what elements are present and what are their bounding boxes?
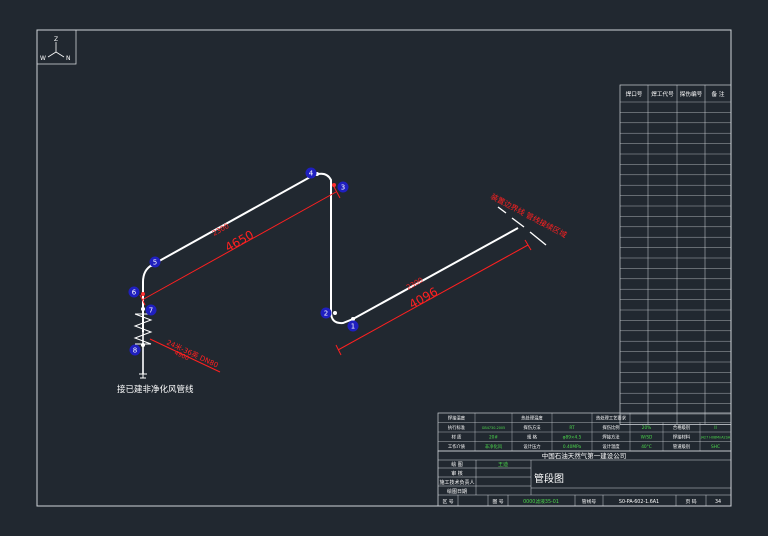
- title-row-1-label: 审 核: [451, 470, 463, 477]
- point-label: 5: [153, 259, 157, 267]
- weld-table-header: 焊工代号: [651, 90, 674, 98]
- point-markers: 1 2 3 4 5 6 7 8: [128, 167, 359, 356]
- spec-cell: 20%: [642, 425, 652, 431]
- isometric-pipe-drawing: Z W N 2300 4650 2300 4096 24米-36英 DN80 4…: [36, 29, 732, 507]
- spec-cell: 热处理工艺要求: [596, 414, 627, 421]
- title-row-3-label: 绘图日期: [447, 488, 467, 495]
- drawing-title: 管段图: [534, 472, 564, 485]
- point-marker-1: 1: [347, 317, 359, 332]
- spec-cell: RT: [569, 425, 575, 431]
- point-label: 7: [149, 307, 153, 315]
- spec-cell: 合格级别: [673, 424, 690, 431]
- footer-zone-label: 区 号: [442, 499, 453, 505]
- drawing-frame: [36, 29, 732, 507]
- spec-cell: SHC: [711, 444, 720, 450]
- spec-cell: W/SD: [641, 434, 653, 440]
- spec-cell: 设计温度: [602, 443, 620, 450]
- spec-cell: II: [714, 425, 717, 431]
- spec-cell: 规 格: [527, 433, 538, 440]
- spec-cell: 焊接方法: [602, 433, 620, 440]
- title-row-0-value: 王迪: [498, 461, 508, 468]
- point-label: 4: [309, 170, 314, 178]
- boundary-note: 装置边界线 管线接续区域: [489, 191, 569, 240]
- footer-line-no-label: 管线号: [582, 498, 597, 505]
- point-label: 8: [133, 347, 137, 355]
- spec-table: 焊接温度 热处理温度 热处理工艺要求执行标准 GB4730-2005 探伤方法 RT 探伤比…: [437, 412, 732, 452]
- footer-line-no: S0-PA-602-1.6A1: [619, 499, 659, 505]
- spec-cell: 执行标准: [448, 424, 466, 431]
- point-marker-2: 2: [320, 307, 337, 319]
- spec-cell: 探伤方法: [523, 424, 541, 431]
- compass-w-label: W: [40, 55, 46, 62]
- spec-cell: φ89×4.5: [563, 434, 582, 440]
- title-row-2-label: 施工技术负责人: [439, 479, 474, 486]
- dimension-lines: [139, 184, 532, 373]
- weld-table-header: 焊口号: [626, 90, 643, 98]
- pipe-route: [142, 172, 519, 374]
- weld-table: 焊口号 焊工代号 探伤编号 备 注: [619, 84, 732, 425]
- spec-cell: 管道级别: [673, 443, 690, 450]
- footer-page-label: 页 码: [685, 498, 696, 505]
- spec-cell: 设计压力: [523, 443, 540, 450]
- spec-cell: 探伤比例: [602, 424, 619, 431]
- point-label: 1: [351, 323, 355, 331]
- compass-icon: Z W N: [36, 29, 77, 65]
- down-arrow-icon: [139, 365, 147, 379]
- branch-note: 接已建非净化风管线: [117, 384, 194, 395]
- spec-cell: 40°C: [641, 444, 652, 450]
- spec-cell: 非净化风: [485, 443, 503, 450]
- footer-page: 34: [715, 499, 721, 505]
- spec-cell: J427 H08MnA2SA: [700, 435, 731, 439]
- point-marker-5: 5: [149, 256, 161, 268]
- point-label: 2: [324, 310, 328, 318]
- title-row-0-label: 绘 图: [451, 461, 463, 468]
- spec-cell: 焊接温度: [448, 414, 466, 421]
- dim-upper: 4650: [223, 228, 257, 255]
- footer-drawing-no: 0000滤液35-01: [523, 498, 559, 505]
- spec-cell: GB4730-2005: [482, 426, 505, 430]
- dim-upper-top: 2300: [211, 222, 230, 238]
- footer-drawing-no-label: 图 号: [492, 499, 503, 505]
- point-label: 6: [132, 289, 137, 297]
- dim-lower-top: 2300: [405, 276, 424, 292]
- title-block: 中国石油天然气第一建设公司 绘 图 王迪 审 核 施工技术负责人 绘图日期 管段…: [437, 450, 732, 507]
- compass-z-label: Z: [54, 36, 58, 43]
- spec-cell: 工作介质: [448, 443, 466, 450]
- company-name: 中国石油天然气第一建设公司: [542, 451, 627, 460]
- compass-n-label: N: [66, 55, 71, 62]
- spec-cell: 0.40MPa: [563, 444, 582, 450]
- spec-cell: 20#: [489, 434, 498, 440]
- weld-table-header: 探伤编号: [680, 90, 703, 98]
- spec-cell: 材 质: [452, 433, 463, 440]
- point-marker-4: 4: [305, 167, 319, 179]
- point-label: 3: [341, 184, 345, 192]
- weld-table-header: 备 注: [712, 90, 725, 98]
- spec-cell: 热处理温度: [521, 414, 543, 421]
- spec-cell: 焊接材料: [673, 433, 691, 440]
